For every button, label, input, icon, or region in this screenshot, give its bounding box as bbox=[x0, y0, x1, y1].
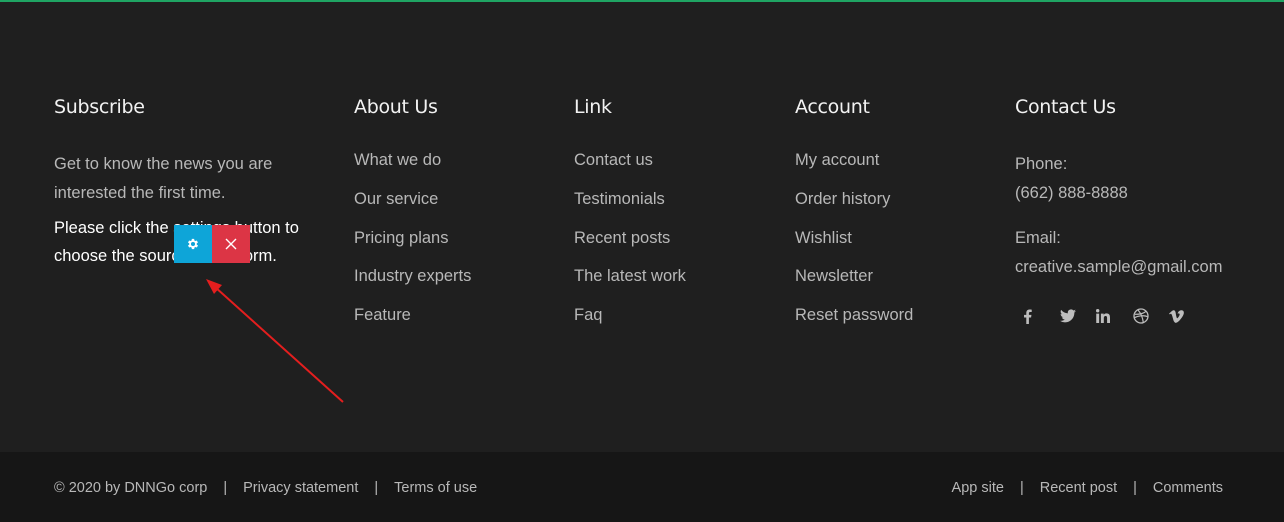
link-title: Link bbox=[574, 96, 612, 118]
subscribe-description: Get to know the news you are interested … bbox=[54, 155, 273, 202]
about-link-pricing-plans[interactable]: Pricing plans bbox=[354, 228, 471, 267]
bottom-left-links: © 2020 by DNNGo corp | Privacy statement… bbox=[54, 479, 477, 497]
dribbble-icon[interactable] bbox=[1132, 306, 1170, 326]
link-testimonials[interactable]: Testimonials bbox=[574, 189, 686, 228]
module-settings-button[interactable] bbox=[174, 225, 212, 263]
facebook-icon[interactable] bbox=[1023, 306, 1060, 326]
account-title: Account bbox=[795, 96, 870, 118]
comments-link[interactable]: Comments bbox=[1153, 479, 1223, 497]
account-link-newsletter[interactable]: Newsletter bbox=[795, 266, 913, 305]
vimeo-icon[interactable] bbox=[1169, 306, 1206, 326]
contact-email-label: Email: bbox=[1015, 229, 1061, 247]
about-link-what-we-do[interactable]: What we do bbox=[354, 150, 471, 189]
contact-email-block: Email: creative.sample@gmail.com bbox=[1015, 224, 1222, 282]
copyright-text: © 2020 by DNNGo corp bbox=[54, 480, 208, 496]
terms-of-use-link[interactable]: Terms of use bbox=[394, 479, 477, 497]
account-link-reset-password[interactable]: Reset password bbox=[795, 305, 913, 344]
about-link-our-service[interactable]: Our service bbox=[354, 189, 471, 228]
link-links: Contact us Testimonials Recent posts The… bbox=[574, 150, 686, 344]
about-link-industry-experts[interactable]: Industry experts bbox=[354, 266, 471, 305]
about-link-feature[interactable]: Feature bbox=[354, 305, 471, 344]
about-links: What we do Our service Pricing plans Ind… bbox=[354, 150, 471, 344]
about-column: About Us What we do Our service Pricing … bbox=[354, 93, 471, 344]
account-column: Account My account Order history Wishlis… bbox=[795, 93, 913, 344]
contact-phone-block: Phone: (662) 888-8888 bbox=[1015, 150, 1222, 208]
contact-column: Contact Us Phone: (662) 888-8888 Email: … bbox=[1015, 93, 1222, 326]
privacy-statement-link[interactable]: Privacy statement bbox=[243, 479, 358, 497]
contact-phone-label: Phone: bbox=[1015, 155, 1068, 173]
separator: | bbox=[374, 480, 379, 496]
link-latest-work[interactable]: The latest work bbox=[574, 266, 686, 305]
link-column: Link Contact us Testimonials Recent post… bbox=[574, 93, 686, 344]
account-link-wishlist[interactable]: Wishlist bbox=[795, 228, 913, 267]
app-site-link[interactable]: App site bbox=[952, 479, 1004, 497]
gear-icon bbox=[187, 238, 199, 250]
module-tools bbox=[174, 225, 250, 263]
separator: | bbox=[1019, 480, 1024, 496]
social-icons bbox=[1023, 306, 1222, 326]
module-close-button[interactable] bbox=[212, 225, 250, 263]
contact-email-value: creative.sample@gmail.com bbox=[1015, 258, 1223, 276]
footer-bottom-bar: © 2020 by DNNGo corp | Privacy statement… bbox=[0, 452, 1284, 522]
contact-phone-value: (662) 888-8888 bbox=[1015, 184, 1128, 202]
linkedin-icon[interactable] bbox=[1096, 306, 1133, 326]
separator: | bbox=[1133, 480, 1137, 496]
separator: | bbox=[223, 480, 228, 496]
account-links: My account Order history Wishlist Newsle… bbox=[795, 150, 913, 344]
account-link-my-account[interactable]: My account bbox=[795, 150, 913, 189]
link-faq[interactable]: Faq bbox=[574, 305, 686, 344]
account-link-order-history[interactable]: Order history bbox=[795, 189, 913, 228]
subscribe-title: Subscribe bbox=[54, 96, 145, 118]
about-title: About Us bbox=[354, 96, 438, 118]
recent-post-link[interactable]: Recent post bbox=[1040, 479, 1117, 497]
link-recent-posts[interactable]: Recent posts bbox=[574, 228, 686, 267]
bottom-right-links: App site | Recent post | Comments bbox=[952, 479, 1223, 497]
close-icon bbox=[225, 238, 237, 250]
twitter-icon[interactable] bbox=[1059, 306, 1097, 326]
link-contact-us[interactable]: Contact us bbox=[574, 150, 686, 189]
contact-title: Contact Us bbox=[1015, 96, 1116, 118]
